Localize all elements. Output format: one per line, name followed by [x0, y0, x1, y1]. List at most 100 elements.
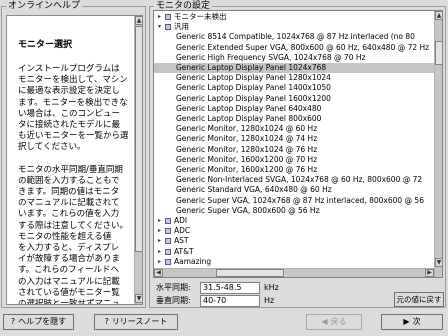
monitor-tree: ▸ モニター未検出 ▾ 汎用 Generic 8514 Compatible, 1024…: [153, 10, 443, 278]
restore-defaults-button[interactable]: 元の値に戻す: [394, 292, 444, 307]
help-icon: ?: [104, 317, 109, 326]
tree-item-label: Generic Monitor, 1600x1200 @ 76 Hz: [176, 165, 318, 174]
expander-closed-icon[interactable]: ▸: [156, 248, 163, 256]
monitor-list-item[interactable]: Generic Super VGA, 800x600 @ 56 Hz: [154, 206, 434, 216]
tree-item-label: Generic Laptop Display Panel 800x600: [176, 114, 322, 123]
tree-item-label: AST: [174, 236, 189, 246]
back-button[interactable]: ◀ 戻る: [306, 314, 362, 330]
expander-closed-icon[interactable]: ▸: [156, 217, 163, 225]
release-notes-button[interactable]: ? リリースノート: [94, 314, 178, 330]
hide-help-label: ヘルプを隠す: [18, 317, 67, 326]
monitor-vertical-scrollbar[interactable]: ▲ ▼: [434, 11, 442, 277]
expander-closed-icon[interactable]: ▸: [156, 237, 163, 245]
help-icon: ?: [10, 317, 16, 326]
help-panel: オンラインヘルプ モニター選択 インストールプログラムは モニターを検出して、マ…: [1, 1, 146, 308]
monitor-scroll-thumb[interactable]: [435, 41, 442, 65]
scroll-left-arrow-icon[interactable]: ◀: [154, 269, 163, 277]
expander-open-icon[interactable]: ▾: [156, 23, 163, 31]
help-paragraph-1: インストールプログラムは モニターを検出して、マシン に最適な表示設定を決定し …: [18, 64, 129, 153]
tree-category-item[interactable]: ▸ ADI: [154, 216, 434, 226]
back-label: 戻る: [330, 317, 347, 326]
folder-icon: [165, 238, 171, 245]
tree-item-label: Generic Monitor, 1280x1024 @ 74 Hz: [176, 134, 318, 144]
folder-icon: [165, 218, 171, 224]
monitor-list-item[interactable]: Generic Standard VGA, 640x480 @ 60 Hz: [154, 185, 434, 195]
tree-item-label: AT&T: [174, 246, 194, 256]
monitor-horizontal-scrollbar[interactable]: ◀ ▶: [154, 268, 434, 277]
scroll-down-arrow-icon[interactable]: ▼: [435, 258, 442, 267]
tree-category-item[interactable]: ▸ ADC: [154, 226, 434, 236]
tree-item-label: Generic Laptop Display Panel 1600x1200: [176, 93, 331, 103]
monitor-list-item[interactable]: Generic Laptop Display Panel 1024x768: [154, 63, 434, 73]
monitor-list-item[interactable]: Generic High Frequency SVGA, 1024x768 @ …: [154, 53, 434, 63]
next-label: 次: [412, 317, 421, 326]
tree-item-label: Generic Monitor, 1280x1024 @ 76 Hz: [176, 144, 318, 154]
monitor-list-item[interactable]: Generic Super VGA, 1024x768 @ 87 Hz inte…: [154, 196, 434, 206]
folder-icon: [165, 14, 171, 20]
monitor-list-item[interactable]: Generic Monitor, 1280x1024 @ 76 Hz: [154, 145, 434, 155]
help-frame-label: オンラインヘルプ: [6, 1, 83, 12]
tree-item-label: Generic Super VGA, 800x600 @ 56 Hz: [176, 205, 320, 215]
tree-item-label: Generic Laptop Display Panel 640x480: [176, 103, 322, 113]
tree-item-label: Generic Laptop Display Panel 1400x1050: [176, 83, 331, 93]
expander-closed-icon[interactable]: ▸: [156, 13, 163, 21]
tree-item-label: Generic Monitor, 1600x1200 @ 70 Hz: [176, 154, 318, 164]
tree-item-label: Generic Non-Interlaced SVGA, 1024x768 @ …: [176, 175, 423, 185]
expander-closed-icon[interactable]: ▸: [156, 227, 163, 235]
hide-help-button[interactable]: ? ヘルプを隠す: [3, 314, 74, 330]
expander-closed-icon[interactable]: ▸: [156, 258, 163, 266]
tree-item-label: Generic High Frequency SVGA, 1024x768 @ …: [176, 52, 366, 62]
monitor-list-item[interactable]: Generic Monitor, 1280x1024 @ 60 Hz: [154, 124, 434, 134]
next-button[interactable]: ▶ 次: [381, 314, 443, 330]
help-vertical-scrollbar[interactable]: ▲ ▼: [134, 16, 142, 304]
next-arrow-icon: ▶: [403, 317, 410, 326]
tree-item-label: Generic Standard VGA, 640x480 @ 60 Hz: [176, 185, 332, 195]
scroll-up-arrow-icon[interactable]: ▲: [435, 11, 442, 20]
back-arrow-icon: ◀: [321, 317, 328, 326]
monitor-list-item[interactable]: Generic Laptop Display Panel 1600x1200: [154, 94, 434, 104]
tree-item-label: Generic Monitor, 1280x1024 @ 60 Hz: [176, 124, 318, 134]
monitor-list-item[interactable]: Generic Extended Super VGA, 800x600 @ 60…: [154, 43, 434, 53]
help-content: モニター選択 インストールプログラムは モニターを検出して、マシン に最適な表示…: [7, 16, 134, 304]
vsync-unit: Hz: [264, 296, 275, 305]
scroll-up-arrow-icon[interactable]: ▲: [135, 16, 142, 25]
tree-item-label: Generic 8514 Compatible, 1024x768 @ 87 H…: [176, 32, 415, 42]
monitor-list-item[interactable]: Generic Monitor, 1600x1200 @ 76 Hz: [154, 165, 434, 175]
monitor-tree-rows: ▸ モニター未検出 ▾ 汎用 Generic 8514 Compatible, 1024…: [154, 11, 434, 277]
scroll-right-arrow-icon[interactable]: ▶: [425, 269, 434, 277]
monitor-list-item[interactable]: Generic Laptop Display Panel 800x600: [154, 114, 434, 124]
tree-item-label: 汎用: [174, 22, 189, 32]
monitor-settings-panel: モニタの設定 ▸ モニター未検出 ▾ 汎用 Generic 8514 Compatibl…: [149, 1, 446, 308]
tree-item-label: モニター未検出: [174, 12, 227, 21]
help-paragraph-2: モニタの水平同期/垂直同期 の範囲を入力することもで きます。同期の値はモニタ …: [18, 164, 128, 304]
tree-category-item[interactable]: ▸ Aamazing: [154, 257, 434, 267]
scroll-down-arrow-icon[interactable]: ▼: [135, 294, 142, 303]
tree-category-item[interactable]: ▸ モニター未検出: [154, 12, 434, 22]
monitor-list-item[interactable]: Generic Monitor, 1280x1024 @ 74 Hz: [154, 134, 434, 144]
help-scroll-thumb[interactable]: [135, 26, 142, 252]
release-notes-label: リリースノート: [111, 317, 168, 326]
hsync-label: 水平同期:: [156, 283, 191, 292]
monitor-list-item[interactable]: Generic Non-Interlaced SVGA, 1024x768 @ …: [154, 175, 434, 185]
monitor-list-item[interactable]: Generic 8514 Compatible, 1024x768 @ 87 H…: [154, 32, 434, 42]
folder-icon: [165, 228, 171, 235]
tree-item-label: Generic Laptop Display Panel 1024x768: [176, 63, 327, 72]
tree-item-label: Generic Super VGA, 1024x768 @ 87 Hz inte…: [176, 195, 424, 205]
monitor-list-item[interactable]: Generic Laptop Display Panel 1400x1050: [154, 83, 434, 93]
tree-item-label: Generic Extended Super VGA, 800x600 @ 60…: [176, 42, 430, 52]
hsync-input[interactable]: 31.5-48.5: [200, 282, 260, 294]
hsync-unit: kHz: [264, 283, 279, 292]
tree-category-item[interactable]: ▾ 汎用: [154, 22, 434, 32]
monitor-list-item[interactable]: Generic Monitor, 1600x1200 @ 70 Hz: [154, 155, 434, 165]
tree-category-item[interactable]: ▸ AST: [154, 236, 434, 246]
folder-icon: [165, 248, 171, 255]
tree-item-label: ADC: [174, 226, 191, 236]
tree-item-label: Generic Laptop Display Panel 1280x1024: [176, 73, 331, 83]
folder-icon: [165, 24, 171, 31]
monitor-list-item[interactable]: Generic Laptop Display Panel 640x480: [154, 104, 434, 114]
tree-item-label: ADI: [174, 216, 188, 225]
tree-category-item[interactable]: ▸ AT&T: [154, 247, 434, 257]
monitor-list-item[interactable]: Generic Laptop Display Panel 1280x1024: [154, 73, 434, 83]
vsync-input[interactable]: 40-70: [200, 295, 260, 307]
monitor-hscroll-thumb[interactable]: [216, 269, 284, 277]
